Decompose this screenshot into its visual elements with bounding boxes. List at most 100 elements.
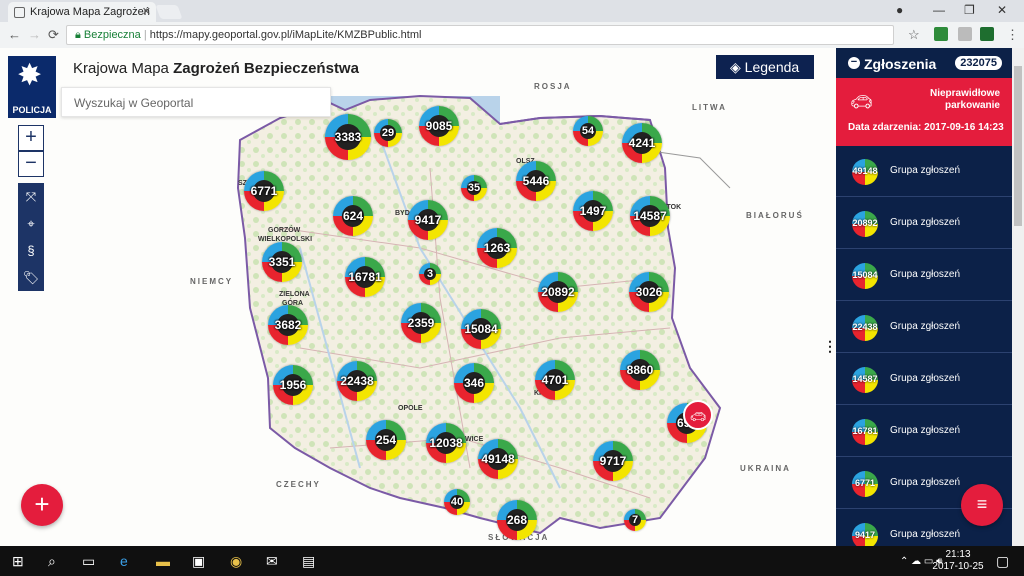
tag-icon[interactable]: 🏷︎: [18, 264, 44, 291]
new-tab-button[interactable]: [155, 5, 183, 19]
car-incident-marker-icon[interactable]: 🚗︎: [683, 400, 713, 430]
cluster-count: 54: [581, 125, 595, 137]
filter-button[interactable]: ≡: [961, 484, 1003, 526]
cluster-marker[interactable]: 624: [333, 196, 373, 236]
add-report-button[interactable]: +: [21, 484, 63, 526]
list-item[interactable]: 20892 Grupa zgłoszeń: [836, 198, 1012, 249]
cluster-marker[interactable]: 254: [366, 420, 406, 460]
page-favicon-icon: [14, 7, 25, 18]
cluster-marker[interactable]: 6771: [244, 171, 284, 211]
menu-icon[interactable]: ⋮: [1006, 27, 1019, 43]
extension-icon[interactable]: [934, 27, 948, 41]
cluster-marker[interactable]: 14587: [630, 196, 670, 236]
more-options-icon[interactable]: ⋮: [823, 338, 836, 355]
windows-start-icon[interactable]: ⊞: [12, 553, 24, 570]
map-canvas[interactable]: ROSJA LITWA BIAŁORUŚ NIEMCY CZECHY UKRAI…: [0, 48, 836, 546]
reports-count-badge: 232075: [955, 56, 1002, 70]
title-plain: Krajowa Mapa: [73, 60, 169, 77]
list-item[interactable]: 22438 Grupa zgłoszeń: [836, 302, 1012, 353]
address-bar[interactable]: 🔒︎ Bezpieczna | https://mapy.geoportal.g…: [66, 25, 894, 45]
back-icon[interactable]: ←: [8, 27, 21, 42]
list-item[interactable]: 15084 Grupa zgłoszeń: [836, 250, 1012, 301]
cluster-marker[interactable]: 9417: [408, 200, 448, 240]
zoom-out-button[interactable]: −: [18, 151, 44, 177]
cluster-marker[interactable]: 3351: [262, 242, 302, 282]
zoom-in-button[interactable]: +: [18, 125, 44, 151]
cluster-marker[interactable]: 5446: [516, 161, 556, 201]
group-label: Grupa zgłoszeń: [890, 373, 961, 384]
chrome-icon[interactable]: ◉: [230, 553, 242, 570]
cluster-marker[interactable]: 9085: [419, 106, 459, 146]
group-cluster-icon: 15084: [852, 263, 878, 289]
minimize-icon[interactable]: —: [933, 3, 945, 17]
cluster-marker[interactable]: 15084: [461, 309, 501, 349]
cluster-marker[interactable]: 1263: [477, 228, 517, 268]
cluster-marker[interactable]: 54: [573, 116, 603, 146]
list-item[interactable]: 16781 Grupa zgłoszeń: [836, 406, 1012, 457]
browser-tab[interactable]: Krajowa Mapa Zagrożeń ✕: [8, 2, 156, 22]
cluster-count: 12038: [429, 436, 463, 450]
cluster-marker[interactable]: 40: [444, 489, 470, 515]
cluster-marker[interactable]: 2359: [401, 303, 441, 343]
cluster-marker[interactable]: 9717: [593, 441, 633, 481]
group-count: 16781: [852, 426, 878, 436]
cluster-marker[interactable]: 7: [624, 509, 646, 531]
cluster-marker[interactable]: 20892: [538, 272, 578, 312]
panel-scrollbar[interactable]: [1012, 48, 1024, 546]
cluster-count: 2359: [407, 316, 435, 330]
title-bold: Zagrożeń Bezpieczeństwa: [173, 60, 359, 77]
app-icon[interactable]: ▤: [302, 553, 315, 570]
fullscreen-icon[interactable]: ⤧: [18, 183, 44, 210]
close-tab-icon[interactable]: ✕: [142, 5, 151, 18]
forward-icon[interactable]: →: [28, 27, 41, 42]
store-icon[interactable]: ▣: [192, 553, 205, 570]
cluster-marker[interactable]: 346: [454, 363, 494, 403]
cluster-marker[interactable]: 4241: [622, 123, 662, 163]
task-view-icon[interactable]: ▭: [82, 553, 95, 570]
cluster-marker[interactable]: 35: [461, 175, 487, 201]
cluster-marker[interactable]: 3682: [268, 305, 308, 345]
cluster-marker[interactable]: 8860: [620, 350, 660, 390]
legend-button[interactable]: ◈ Legenda: [716, 55, 814, 79]
cluster-marker[interactable]: 3383: [325, 114, 371, 160]
collapse-icon[interactable]: −: [848, 57, 860, 69]
cluster-marker[interactable]: 29: [374, 119, 402, 147]
cluster-marker[interactable]: 1497: [573, 191, 613, 231]
group-label: Grupa zgłoszeń: [890, 217, 961, 228]
list-item[interactable]: 49148 Grupa zgłoszeń: [836, 146, 1012, 197]
cluster-count: 7: [631, 514, 639, 526]
cluster-marker[interactable]: 22438: [337, 361, 377, 401]
clock[interactable]: 21:13 2017-10-25: [930, 549, 986, 573]
cluster-marker[interactable]: 12038: [426, 423, 466, 463]
cluster-marker[interactable]: 49148: [478, 439, 518, 479]
reload-icon[interactable]: ⟳: [48, 27, 59, 43]
locate-icon[interactable]: ⌖: [18, 210, 44, 237]
country-label: NIEMCY: [190, 277, 234, 286]
selected-report[interactable]: 🚗︎ Nieprawidłowe parkowanie Data zdarzen…: [836, 78, 1012, 146]
cluster-marker[interactable]: 4701: [535, 360, 575, 400]
list-item[interactable]: 14587 Grupa zgłoszeń: [836, 354, 1012, 405]
cluster-marker[interactable]: 3026: [629, 272, 669, 312]
search-icon[interactable]: ⌕: [48, 553, 56, 570]
cluster-marker[interactable]: 16781: [345, 257, 385, 297]
profile-icon[interactable]: ●: [896, 3, 903, 17]
cluster-marker[interactable]: 1956: [273, 365, 313, 405]
cluster-marker[interactable]: 268: [497, 500, 537, 540]
paragraph-icon[interactable]: §: [18, 237, 44, 264]
search-input[interactable]: Wyszukaj w Geoportal: [61, 87, 331, 117]
cluster-marker[interactable]: 3: [419, 263, 441, 285]
close-window-icon[interactable]: ✕: [997, 3, 1007, 17]
group-count: 49148: [852, 166, 878, 176]
file-explorer-icon[interactable]: ▬: [156, 553, 170, 569]
edge-icon[interactable]: e: [120, 553, 128, 569]
mail-icon[interactable]: ✉: [266, 553, 278, 570]
country-label: LITWA: [692, 103, 727, 112]
extension-icon[interactable]: [980, 27, 994, 41]
notifications-icon[interactable]: ▢: [996, 553, 1009, 570]
extension-icon[interactable]: [958, 27, 972, 41]
cluster-count: 15084: [464, 322, 498, 336]
bookmark-star-icon[interactable]: ☆: [908, 27, 920, 43]
maximize-icon[interactable]: ❐: [964, 3, 975, 17]
group-count: 6771: [854, 478, 876, 488]
cluster-count: 1263: [483, 241, 511, 255]
